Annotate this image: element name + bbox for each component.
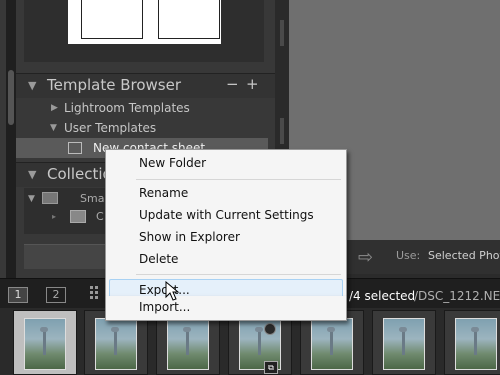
menu-item-delete[interactable]: Delete	[109, 249, 343, 269]
collection-set-icon	[42, 192, 58, 204]
tree-item-user-templates[interactable]: ▼ User Templates	[16, 118, 268, 138]
ruler-marker	[280, 20, 284, 46]
grid-icon[interactable]	[90, 286, 102, 300]
menu-item-new-folder[interactable]: New Folder	[109, 153, 343, 173]
filmstrip-thumbnail[interactable]	[444, 310, 500, 375]
remove-template-button[interactable]: −	[226, 75, 239, 93]
menu-item-label: Rename	[139, 186, 189, 200]
menu-item-label: Delete	[139, 252, 179, 266]
collapse-triangle-icon[interactable]: ▼	[28, 79, 36, 92]
filmstrip-thumbnail[interactable]	[372, 310, 436, 375]
menu-item-label: New Folder	[139, 156, 207, 170]
mouse-cursor-icon	[165, 281, 180, 301]
use-dropdown[interactable]: Selected Phot	[428, 249, 500, 262]
menu-separator	[136, 179, 341, 180]
menu-item-rename[interactable]: Rename	[109, 183, 343, 203]
collection-set-label[interactable]: Sma	[80, 192, 104, 205]
menu-item-label: Update with Current Settings	[139, 208, 314, 222]
view-2-button[interactable]: 2	[46, 287, 66, 303]
preview-cell	[81, 0, 143, 39]
expand-triangle-icon[interactable]: ▶	[51, 103, 58, 113]
menu-item-label: Show in Explorer	[139, 230, 240, 244]
view-1-button[interactable]: 1	[8, 287, 28, 303]
template-icon	[68, 142, 82, 154]
preview-cell	[158, 0, 220, 39]
tree-item-label: Lightroom Templates	[64, 101, 190, 115]
menu-item-show-in-explorer[interactable]: Show in Explorer	[109, 227, 343, 247]
context-menu-bottom: Import...	[105, 296, 347, 321]
template-browser-title: Template Browser	[47, 76, 181, 94]
stack-icon[interactable]: ⧉	[264, 361, 278, 374]
menu-separator	[136, 274, 341, 275]
tree-item-lightroom-templates[interactable]: ▶ Lightroom Templates	[16, 98, 268, 118]
collapse-triangle-icon[interactable]: ▼	[28, 168, 36, 181]
tree-item-label: User Templates	[64, 121, 157, 135]
collection-icon	[70, 210, 86, 223]
use-label: Use:	[396, 249, 421, 262]
left-panel-scrollbar[interactable]	[6, 0, 16, 278]
template-preview-page	[68, 0, 221, 44]
collection-label[interactable]: C	[96, 210, 104, 223]
context-menu: New Folder Rename Update with Current Se…	[105, 149, 347, 299]
current-filename: /DSC_1212.NEF	[414, 289, 500, 303]
ruler-marker	[280, 118, 284, 144]
badge-circle-icon	[264, 323, 276, 335]
menu-item-import[interactable]: Import...	[109, 297, 343, 317]
add-template-button[interactable]: +	[246, 75, 259, 93]
expand-triangle-icon[interactable]: ▸	[52, 212, 56, 221]
filmstrip-thumbnail[interactable]	[13, 310, 77, 375]
collapse-triangle-icon[interactable]: ▼	[28, 194, 35, 204]
selection-count: /4 selected	[349, 289, 416, 303]
menu-item-update-settings[interactable]: Update with Current Settings	[109, 205, 343, 225]
collapse-triangle-icon[interactable]: ▼	[50, 123, 57, 133]
left-panel-scrollbar-thumb[interactable]	[8, 70, 14, 125]
arrow-right-icon[interactable]: ⇨	[358, 247, 373, 268]
template-browser-header[interactable]: ▼ Template Browser − +	[16, 73, 275, 98]
